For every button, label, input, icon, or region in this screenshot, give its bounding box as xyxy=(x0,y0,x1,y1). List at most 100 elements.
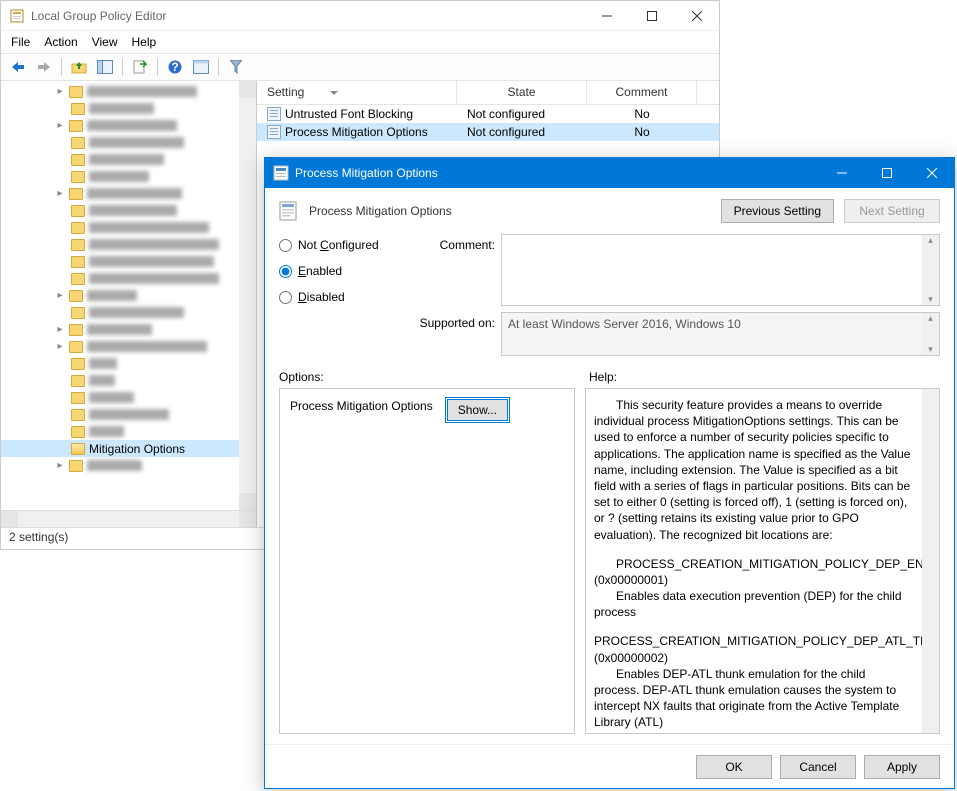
dialog-footer: OK Cancel Apply xyxy=(265,744,954,788)
radio-disabled[interactable]: Disabled xyxy=(279,290,409,304)
setting-icon xyxy=(267,107,281,121)
forward-icon[interactable] xyxy=(33,56,55,78)
svg-text:?: ? xyxy=(171,60,178,74)
maximize-button[interactable] xyxy=(629,2,674,30)
menu-view[interactable]: View xyxy=(92,35,118,49)
properties-icon[interactable] xyxy=(190,56,212,78)
toolbar: ? xyxy=(1,53,719,81)
cell-state: Not configured xyxy=(457,107,587,121)
tree-item[interactable] xyxy=(1,406,256,423)
tree-item[interactable]: ▸ xyxy=(1,457,256,474)
tree-vscrollbar[interactable] xyxy=(239,81,256,510)
dialog-header-title: Process Mitigation Options xyxy=(309,204,711,218)
tree-item[interactable] xyxy=(1,100,256,117)
tree-item[interactable]: ▸ xyxy=(1,83,256,100)
list-row[interactable]: Untrusted Font Blocking Not configured N… xyxy=(257,105,719,123)
tree-item[interactable] xyxy=(1,219,256,236)
back-icon[interactable] xyxy=(7,56,29,78)
dialog-titlebar[interactable]: Process Mitigation Options xyxy=(265,158,954,188)
tree-item[interactable] xyxy=(1,253,256,270)
dialog-title: Process Mitigation Options xyxy=(295,166,819,180)
supported-field: At least Windows Server 2016, Windows 10 xyxy=(501,312,940,356)
dialog-body: Process Mitigation Options Show... This … xyxy=(265,388,954,744)
tree-item[interactable] xyxy=(1,423,256,440)
show-hide-tree-icon[interactable] xyxy=(94,56,116,78)
tree-item[interactable] xyxy=(1,389,256,406)
tree-item[interactable] xyxy=(1,270,256,287)
dialog-header-icon xyxy=(279,201,299,221)
up-folder-icon[interactable] xyxy=(68,56,90,78)
dialog-minimize-button[interactable] xyxy=(819,159,864,187)
options-label: Options: xyxy=(279,370,575,384)
cell-state: Not configured xyxy=(457,125,587,139)
tree-view[interactable]: ▸ ▸ ▸ ▸ ▸ ▸ xyxy=(1,81,256,510)
export-icon[interactable] xyxy=(129,56,151,78)
tree-item[interactable] xyxy=(1,151,256,168)
help-text: This security feature provides a means t… xyxy=(594,397,914,543)
cancel-button[interactable]: Cancel xyxy=(780,755,856,779)
tree-item[interactable] xyxy=(1,372,256,389)
supported-text: At least Windows Server 2016, Windows 10 xyxy=(508,317,741,331)
help-text: PROCESS_CREATION_MITIGATION_POLICY_DEP_A… xyxy=(594,634,922,664)
supported-label: Supported on: xyxy=(415,312,495,330)
help-text: Enables DEP-ATL thunk emulation for the … xyxy=(594,667,899,730)
tree-item[interactable]: ▸ xyxy=(1,287,256,304)
dialog-app-icon xyxy=(273,165,289,181)
dialog-maximize-button[interactable] xyxy=(864,159,909,187)
cell-comment: No xyxy=(587,107,697,121)
col-comment[interactable]: Comment xyxy=(587,81,697,104)
tree-hscrollbar[interactable] xyxy=(1,510,256,527)
policy-dialog: Process Mitigation Options Process Mitig… xyxy=(264,157,955,789)
dialog-close-button[interactable] xyxy=(909,159,954,187)
help-text: Enables data execution prevention (DEP) … xyxy=(594,589,902,619)
menu-action[interactable]: Action xyxy=(44,35,77,49)
show-button[interactable]: Show... xyxy=(447,399,508,421)
minimize-button[interactable] xyxy=(584,2,629,30)
col-state[interactable]: State xyxy=(457,81,587,104)
list-row[interactable]: Process Mitigation Options Not configure… xyxy=(257,123,719,141)
cell-comment: No xyxy=(587,125,697,139)
setting-icon xyxy=(267,125,281,139)
dialog-config: Not Configured Enabled Disabled Comment:… xyxy=(265,234,954,366)
comment-label: Comment: xyxy=(415,234,495,252)
tree-item[interactable] xyxy=(1,236,256,253)
help-box: This security feature provides a means t… xyxy=(585,388,940,734)
tree-item[interactable] xyxy=(1,168,256,185)
tree-item[interactable] xyxy=(1,134,256,151)
cell-setting: Untrusted Font Blocking xyxy=(285,107,413,121)
col-setting[interactable]: Setting xyxy=(257,81,457,104)
menu-file[interactable]: File xyxy=(11,35,30,49)
options-box: Process Mitigation Options Show... xyxy=(279,388,575,734)
previous-setting-button[interactable]: Previous Setting xyxy=(721,199,834,223)
tree-pane: ▸ ▸ ▸ ▸ ▸ ▸ xyxy=(1,81,257,527)
tree-item[interactable]: ▸ xyxy=(1,321,256,338)
scrollbar[interactable] xyxy=(922,313,939,355)
tree-item[interactable]: ▸ xyxy=(1,117,256,134)
radio-enabled[interactable]: Enabled xyxy=(279,264,409,278)
tree-item-mitigation-options[interactable]: Mitigation Options xyxy=(1,440,256,457)
cell-setting: Process Mitigation Options xyxy=(285,125,428,139)
gpedit-titlebar[interactable]: Local Group Policy Editor xyxy=(1,1,719,31)
menubar: File Action View Help xyxy=(1,31,719,53)
close-button[interactable] xyxy=(674,2,719,30)
tree-item-label: Mitigation Options xyxy=(89,442,185,456)
comment-field[interactable] xyxy=(501,234,940,306)
filter-icon[interactable] xyxy=(225,56,247,78)
help-icon[interactable]: ? xyxy=(164,56,186,78)
tree-item[interactable] xyxy=(1,202,256,219)
menu-help[interactable]: Help xyxy=(132,35,157,49)
radio-not-configured[interactable]: Not Configured xyxy=(279,238,409,252)
tree-item[interactable] xyxy=(1,304,256,321)
apply-button[interactable]: Apply xyxy=(864,755,940,779)
help-label: Help: xyxy=(589,370,617,384)
help-text: PROCESS_CREATION_MITIGATION_POLICY_DEP_E… xyxy=(594,557,922,587)
tree-item[interactable]: ▸ xyxy=(1,338,256,355)
tree-item[interactable]: ▸ xyxy=(1,185,256,202)
tree-item[interactable] xyxy=(1,355,256,372)
dialog-header: Process Mitigation Options Previous Sett… xyxy=(265,188,954,234)
list-header[interactable]: Setting State Comment xyxy=(257,81,719,105)
option-name: Process Mitigation Options xyxy=(290,399,433,413)
scrollbar[interactable] xyxy=(922,235,939,305)
ok-button[interactable]: OK xyxy=(696,755,772,779)
scrollbar[interactable] xyxy=(922,389,939,733)
